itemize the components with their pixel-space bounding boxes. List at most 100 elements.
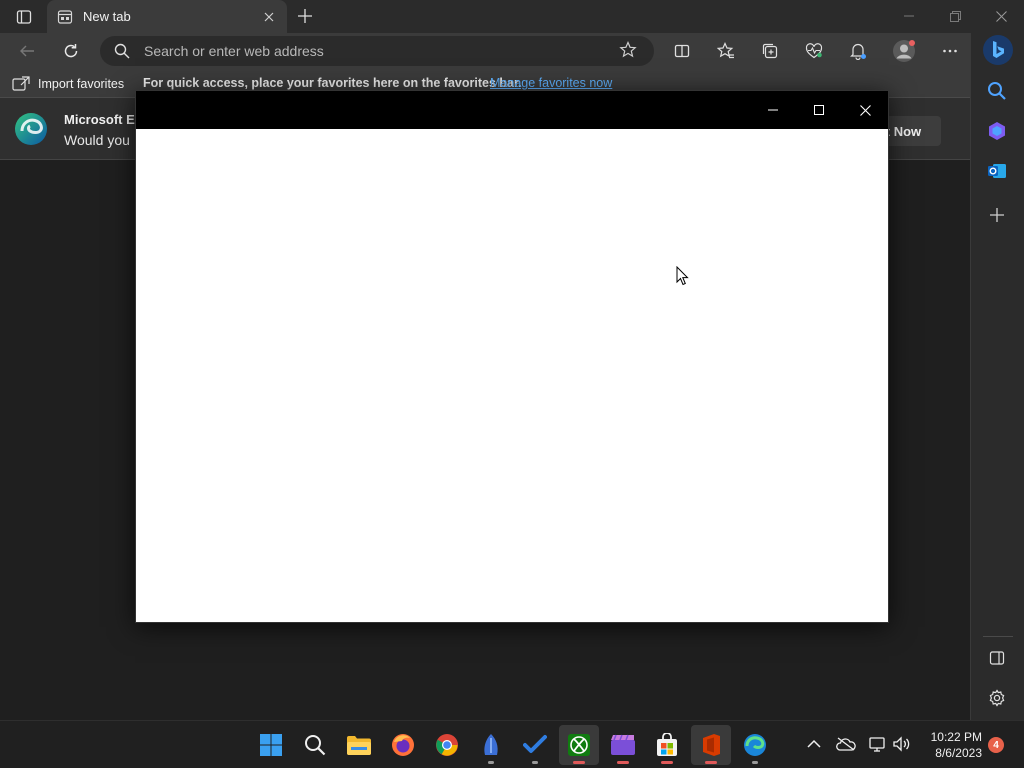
minimize-icon — [768, 109, 778, 111]
running-indicator — [532, 761, 538, 764]
volume-button[interactable] — [891, 734, 911, 754]
address-bar[interactable] — [100, 36, 654, 66]
new-tab-button[interactable] — [294, 5, 316, 27]
store-button[interactable] — [647, 725, 687, 765]
back-button[interactable] — [12, 37, 42, 65]
edge-icon — [744, 734, 766, 756]
popup-window — [135, 90, 889, 623]
import-icon — [12, 76, 30, 91]
windows-icon — [260, 734, 282, 756]
office-icon — [703, 734, 720, 756]
xbox-icon — [568, 734, 590, 756]
speaker-icon — [893, 736, 910, 752]
start-button[interactable] — [251, 725, 291, 765]
popup-titlebar[interactable] — [136, 91, 888, 129]
edge-sidebar — [970, 33, 1024, 720]
search-icon — [114, 43, 130, 59]
clipchamp-button[interactable] — [603, 725, 643, 765]
onedrive-button[interactable] — [836, 734, 856, 754]
mouse-cursor-icon — [676, 265, 690, 291]
bell-icon — [850, 43, 866, 60]
collections-button[interactable] — [755, 37, 785, 65]
running-indicator — [573, 761, 585, 764]
import-favorites-label: Import favorites — [38, 77, 125, 91]
close-icon — [995, 10, 1007, 22]
chrome-icon — [436, 734, 458, 756]
taskbar-search-button[interactable] — [295, 725, 335, 765]
network-icon — [869, 737, 885, 752]
sidebar-settings-button[interactable] — [988, 689, 1006, 712]
sidebar-panel-icon — [989, 651, 1005, 665]
plus-icon — [990, 208, 1004, 222]
edge-button[interactable] — [735, 725, 775, 765]
close-icon — [859, 104, 871, 116]
todo-button[interactable] — [515, 725, 555, 765]
settings-more-button[interactable] — [935, 37, 965, 65]
clock-time: 10:22 PM — [930, 730, 982, 744]
sidebar-outlook-button[interactable] — [987, 161, 1007, 186]
sidebar-games-button[interactable] — [987, 121, 1007, 146]
maximize-icon — [814, 105, 824, 115]
window-close-button[interactable] — [978, 0, 1024, 32]
chevron-up-icon — [807, 739, 821, 748]
network-button[interactable] — [868, 734, 888, 754]
chrome-button[interactable] — [427, 725, 467, 765]
xbox-button[interactable] — [559, 725, 599, 765]
manage-favorites-link[interactable]: Manage favorites now — [490, 76, 612, 90]
store-icon — [657, 733, 677, 756]
browser-titlebar: New tab — [0, 0, 1024, 33]
notification-center-badge[interactable]: 4 — [988, 737, 1004, 753]
search-icon — [305, 735, 326, 756]
search-icon — [988, 82, 1006, 100]
popup-body[interactable] — [136, 129, 888, 622]
clapperboard-icon — [611, 734, 635, 755]
window-restore-button[interactable] — [932, 0, 978, 32]
refresh-button[interactable] — [56, 37, 86, 65]
sidebar-search-button[interactable] — [987, 81, 1007, 106]
profile-button[interactable] — [889, 37, 919, 65]
minimize-icon — [904, 15, 914, 17]
favorites-button[interactable] — [711, 37, 741, 65]
bing-icon — [983, 35, 1013, 65]
newtab-page-icon — [57, 9, 73, 24]
taskbar-app-button[interactable] — [471, 725, 511, 765]
office-button[interactable] — [691, 725, 731, 765]
notifications-button[interactable] — [843, 37, 873, 65]
firefox-button[interactable] — [383, 725, 423, 765]
split-screen-button[interactable] — [667, 37, 697, 65]
tab-actions-button[interactable] — [10, 7, 38, 27]
edge-logo-icon — [14, 112, 48, 146]
system-clock[interactable]: 10:22 PM 8/6/2023 — [920, 729, 982, 761]
popup-close-button[interactable] — [843, 95, 887, 125]
heart-pulse-icon — [805, 43, 823, 59]
split-screen-icon — [674, 44, 690, 58]
address-input[interactable] — [144, 43, 584, 59]
add-favorite-button[interactable] — [619, 41, 637, 64]
sidebar-divider — [983, 636, 1013, 637]
favorites-star-icon — [717, 42, 734, 59]
window-minimize-button[interactable] — [886, 0, 932, 32]
folder-icon — [347, 736, 371, 755]
restore-icon — [949, 10, 961, 22]
favorites-bar-message: For quick access, place your favorites h… — [143, 76, 522, 90]
copilot-button[interactable] — [982, 34, 1014, 66]
popup-maximize-button[interactable] — [797, 95, 841, 125]
running-indicator — [661, 761, 673, 764]
collections-icon — [762, 43, 778, 59]
popup-minimize-button[interactable] — [751, 95, 795, 125]
sidebar-hide-button[interactable] — [989, 650, 1005, 671]
tab-close-button[interactable] — [261, 9, 277, 25]
running-indicator — [488, 761, 494, 764]
tab-title: New tab — [83, 9, 131, 24]
file-explorer-button[interactable] — [339, 725, 379, 765]
copilot-hexagon-icon — [989, 122, 1005, 140]
tab-new-tab[interactable]: New tab — [47, 0, 287, 33]
browser-essentials-button[interactable] — [799, 37, 829, 65]
avatar-icon — [893, 40, 915, 62]
star-add-icon — [619, 41, 637, 58]
sidebar-add-button[interactable] — [989, 207, 1005, 228]
import-favorites-button[interactable]: Import favorites — [12, 74, 124, 94]
show-hidden-icons-button[interactable] — [804, 734, 824, 754]
feather-app-icon — [484, 734, 498, 755]
refresh-icon — [64, 44, 78, 58]
